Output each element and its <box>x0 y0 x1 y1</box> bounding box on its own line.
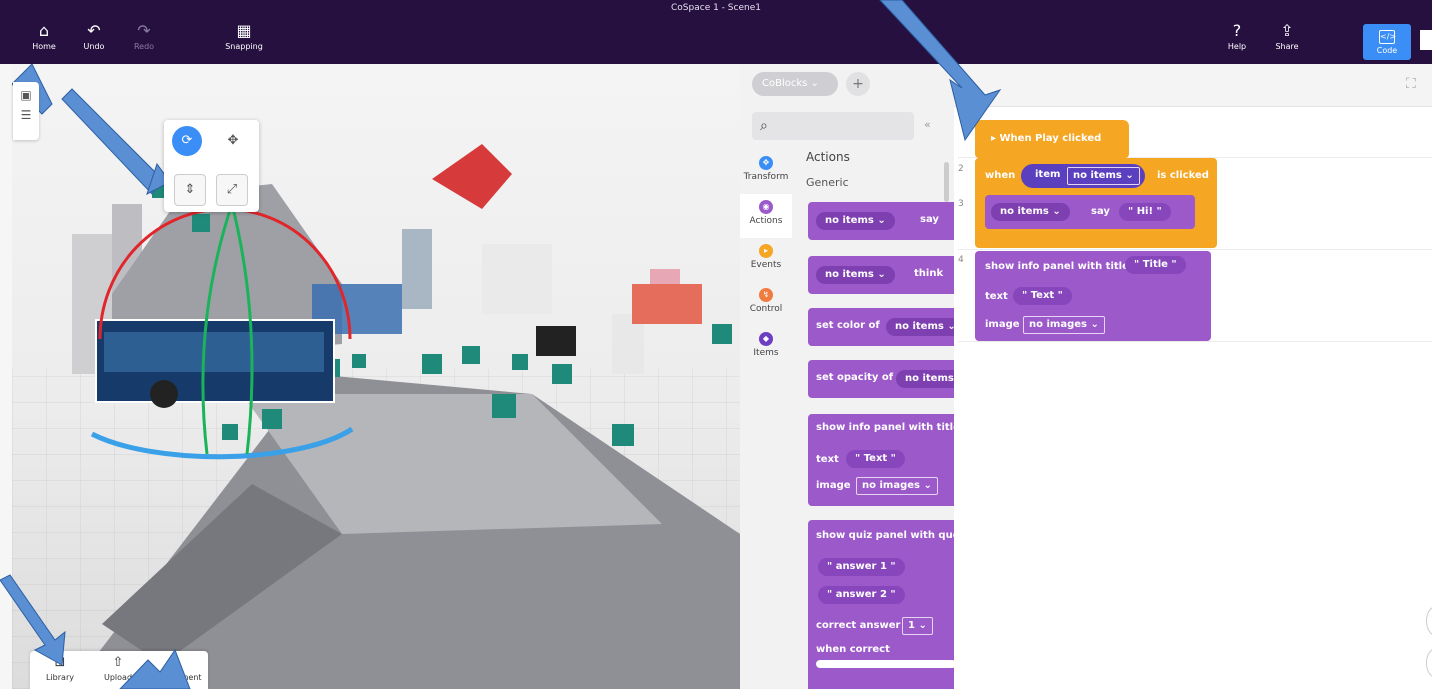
set-opacity-block[interactable]: set opacity of no items <box>808 360 954 398</box>
add-script-button[interactable]: + <box>846 72 870 96</box>
palette-scrollbar[interactable] <box>944 162 949 202</box>
environment-icon: ⛰ <box>170 655 182 670</box>
rotate-mode-icon[interactable]: ⟳ <box>172 126 202 156</box>
scale-mode-icon[interactable]: ⤢ <box>216 174 248 206</box>
tray-header: CoBlocks ⌄ + <box>740 64 954 106</box>
transform-icon: ✥ <box>759 156 773 170</box>
info-image-select[interactable]: no images ⌄ <box>856 477 938 495</box>
coblocks-dropdown[interactable]: CoBlocks ⌄ <box>752 72 838 96</box>
transform-gizmo-toolbar: ⟳ ✥ ⇕ ⤢ <box>164 120 259 212</box>
palette-heading: Actions <box>806 150 850 164</box>
when-correct-slot <box>816 660 954 668</box>
category-items[interactable]: ◆ Items <box>740 326 792 370</box>
workspace-top-strip <box>954 64 1432 107</box>
share-button[interactable]: ⇪ Share <box>1265 21 1309 52</box>
upload-tab[interactable]: ⇧ Upload <box>90 655 146 682</box>
home-button[interactable]: ⌂ Home <box>22 21 66 52</box>
say-hi-block[interactable]: no items ⌄ say " Hi! " <box>985 195 1195 229</box>
image-gallery-icon[interactable]: ▣ <box>13 88 39 102</box>
help-button[interactable]: ? Help <box>1215 21 1259 52</box>
answer-1-input[interactable]: " answer 1 " <box>818 558 905 576</box>
category-actions[interactable]: ◉ Actions <box>740 194 792 238</box>
say-item-select[interactable]: no items ⌄ <box>816 212 895 230</box>
quiz-panel-block[interactable]: show quiz panel with ques " answer 1 " "… <box>808 520 954 689</box>
search-icon: ⌕ <box>760 118 768 134</box>
palette-subheading: Generic <box>806 176 849 189</box>
say-target-select[interactable]: no items ⌄ <box>991 203 1070 221</box>
think-block[interactable]: no items ⌄ think <box>808 256 954 294</box>
grid-icon: ▦ <box>236 21 252 40</box>
info-panel-block[interactable]: show info panel with title text " Text "… <box>808 414 954 506</box>
chevron-down-icon: ⌄ <box>810 78 819 89</box>
events-icon: ▸ <box>759 244 773 258</box>
info-text-value-input[interactable]: " Text " <box>1013 287 1072 305</box>
opacity-item-select[interactable]: no items <box>896 370 954 388</box>
info-image-value-select[interactable]: no images ⌄ <box>1023 316 1105 334</box>
line-number: 2 <box>958 164 964 174</box>
items-icon: ◆ <box>759 332 773 346</box>
scene-render <box>12 64 740 689</box>
library-tab[interactable]: ⊞ Library <box>32 655 88 682</box>
block-search-input[interactable]: ⌕ <box>752 112 914 140</box>
category-control[interactable]: ↯ Control <box>740 282 792 326</box>
home-icon: ⌂ <box>38 21 50 40</box>
set-color-block[interactable]: set color of no items ⌄ <box>808 308 954 346</box>
row-separator <box>958 341 1432 342</box>
redo-button[interactable]: ↷ Redo <box>122 21 166 52</box>
collapse-tray-icon[interactable]: « <box>924 118 931 131</box>
category-list: ✥ Transform ◉ Actions ▸ Events ↯ Control… <box>740 150 792 370</box>
play-icon: ▸ <box>991 133 1000 144</box>
redo-icon: ↷ <box>137 21 151 40</box>
undo-button[interactable]: ↶ Undo <box>72 21 116 52</box>
category-transform[interactable]: ✥ Transform <box>740 150 792 194</box>
move-mode-icon[interactable]: ✥ <box>218 126 248 156</box>
help-icon: ? <box>1232 21 1242 40</box>
viewport-bottom-tabs: ⊞ Library ⇧ Upload ⛰ Environment <box>30 651 208 689</box>
undo-icon: ↶ <box>87 21 101 40</box>
list-icon[interactable]: ☰ <box>13 108 39 122</box>
say-text-input[interactable]: " Hi! " <box>1119 203 1171 221</box>
when-play-clicked-block[interactable]: ▸ When Play clicked <box>975 120 1129 158</box>
think-item-select[interactable]: no items ⌄ <box>816 266 895 284</box>
environment-tab[interactable]: ⛰ Environment <box>148 655 204 682</box>
item-reporter[interactable]: item no items ⌄ <box>1021 164 1145 188</box>
when-item-select[interactable]: no items ⌄ <box>1067 167 1140 185</box>
row-separator <box>958 249 1432 250</box>
scene-viewport[interactable] <box>12 64 740 689</box>
blocks-tray: CoBlocks ⌄ + ⌕ « ✥ Transform ◉ Actions ▸… <box>740 64 955 689</box>
control-icon: ↯ <box>759 288 773 302</box>
vertical-move-icon[interactable]: ⇕ <box>174 174 206 206</box>
category-events[interactable]: ▸ Events <box>740 238 792 282</box>
answer-2-input[interactable]: " answer 2 " <box>818 586 905 604</box>
fullscreen-icon[interactable]: ⛶ <box>1406 76 1416 92</box>
code-icon: </> <box>1379 30 1396 44</box>
correct-answer-select[interactable]: 1 ⌄ <box>902 617 933 635</box>
top-bar: CoSpace 1 - Scene1 ⌂ Home ↶ Undo ↷ Redo … <box>0 0 1432 64</box>
block-palette: Actions Generic no items ⌄ say no items … <box>792 144 954 689</box>
actions-icon: ◉ <box>759 200 773 214</box>
upload-icon: ⇧ <box>112 655 124 670</box>
window-title: CoSpace 1 - Scene1 <box>671 3 761 13</box>
info-title-input[interactable]: " Title " <box>1125 256 1186 274</box>
share-icon: ⇪ <box>1280 21 1294 40</box>
info-text-input[interactable]: " Text " <box>846 450 905 468</box>
library-icon: ⊞ <box>54 655 66 670</box>
snapping-button[interactable]: ▦ Snapping <box>222 21 266 52</box>
show-info-panel-block[interactable]: show info panel with title " Title " tex… <box>975 251 1211 341</box>
say-block[interactable]: no items ⌄ say <box>808 202 954 240</box>
color-item-select[interactable]: no items ⌄ <box>886 318 954 336</box>
line-number: 3 <box>958 199 964 209</box>
viewport-side-tools: ▣ ☰ <box>13 82 39 140</box>
play-button-edge[interactable] <box>1420 30 1432 50</box>
line-number: 4 <box>958 255 964 265</box>
code-button[interactable]: </> Code <box>1363 24 1411 60</box>
